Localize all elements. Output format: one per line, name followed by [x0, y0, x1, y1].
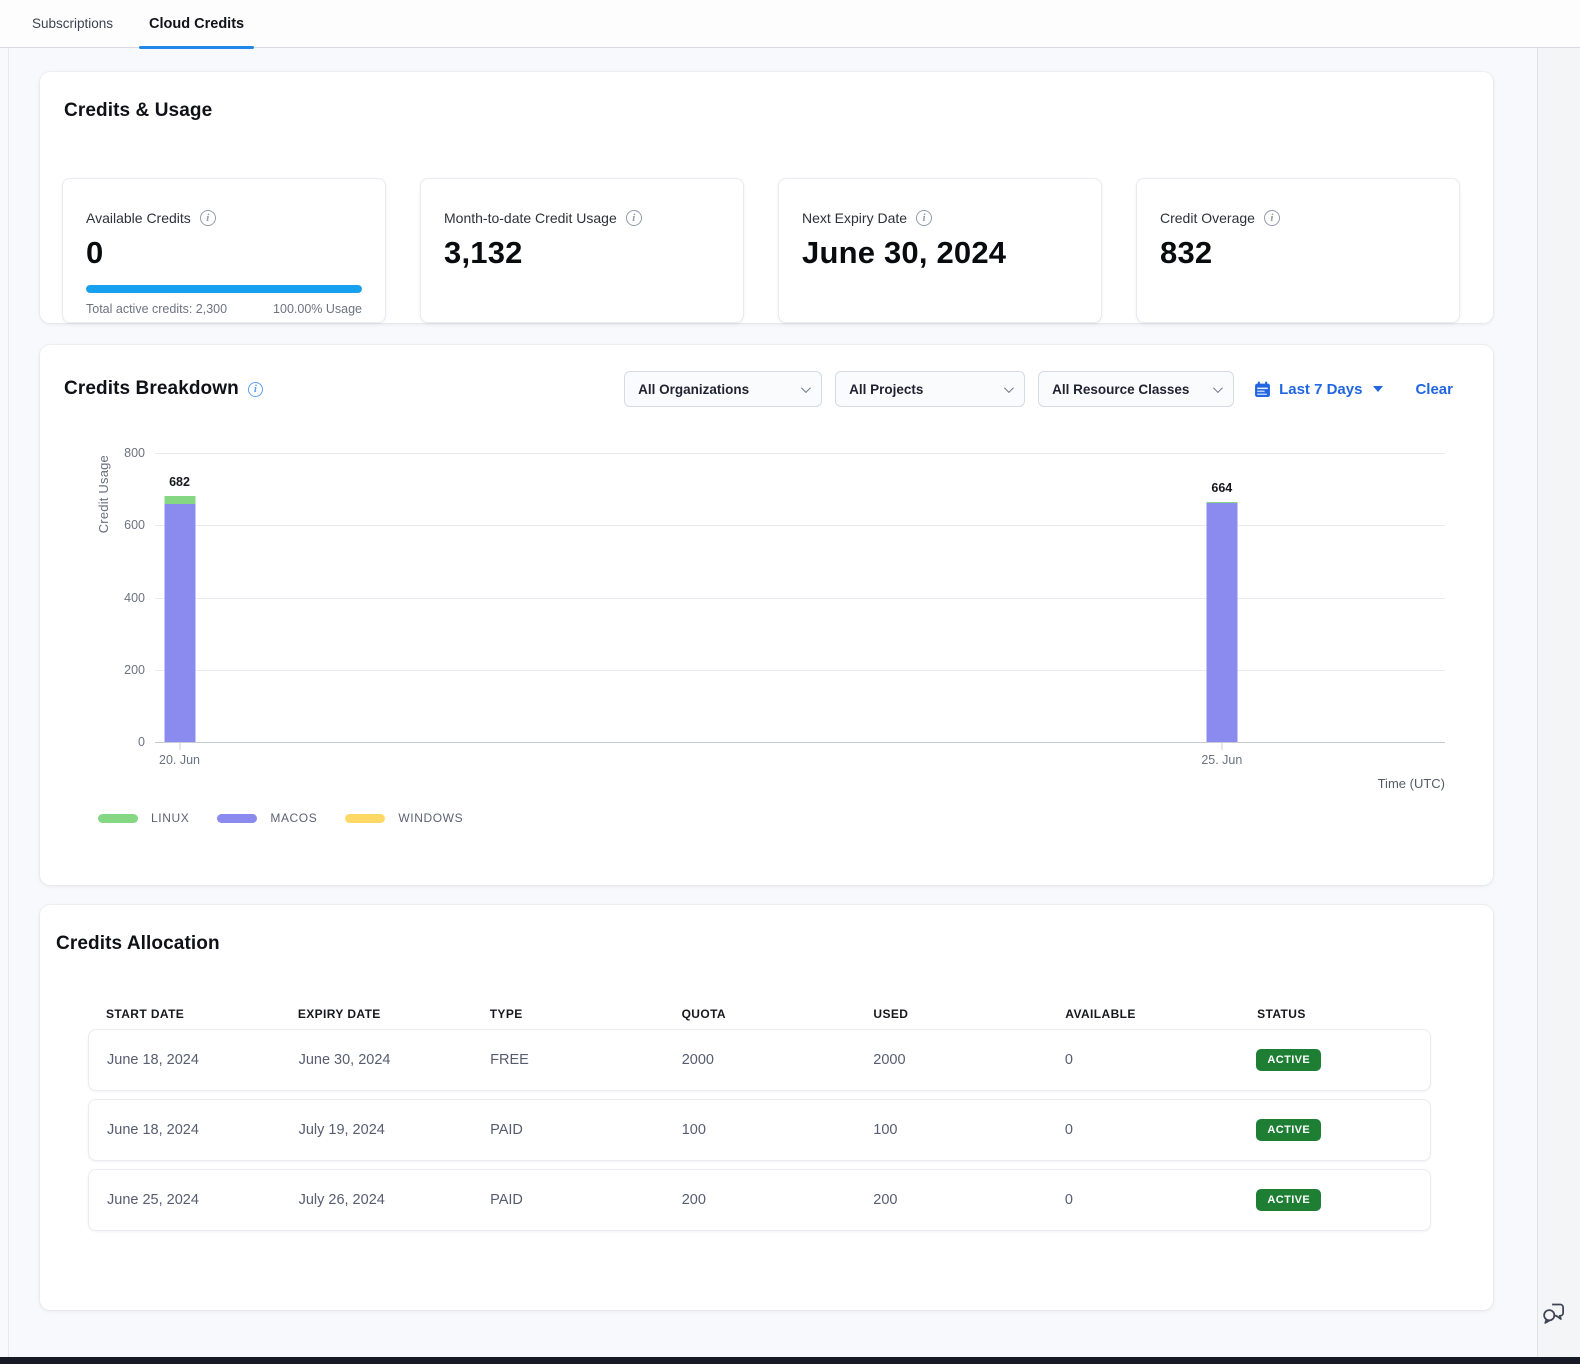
bar-value-label: 664	[1191, 481, 1253, 495]
info-icon[interactable]: i	[916, 210, 932, 226]
chart-filters: All Organizations All Projects All Resou…	[624, 371, 1469, 407]
clear-filters-button[interactable]: Clear	[1415, 381, 1453, 398]
table-row[interactable]: June 18, 2024 June 30, 2024 FREE 2000 20…	[88, 1029, 1431, 1091]
bar-segment-macos	[164, 504, 195, 742]
info-icon[interactable]: i	[1264, 210, 1280, 226]
credits-usage-title: Credits & Usage	[64, 100, 1471, 122]
credits-usage-section: Credits & Usage Available Credits i 0 To…	[40, 72, 1493, 323]
credits-allocation-title: Credits Allocation	[56, 933, 1431, 955]
credits-progress-fill	[86, 285, 362, 293]
table-row[interactable]: June 25, 2024 July 26, 2024 PAID 200 200…	[88, 1169, 1431, 1231]
calendar-icon	[1254, 381, 1271, 398]
next-expiry-value: June 30, 2024	[802, 235, 1078, 271]
date-range-picker[interactable]: Last 7 Days	[1254, 381, 1383, 398]
chevron-down-icon	[1213, 383, 1223, 393]
chevron-down-icon	[801, 383, 811, 393]
y-tick-0: 0	[103, 735, 145, 749]
table-header-row: START DATE EXPIRY DATE TYPE QUOTA USED A…	[88, 1007, 1431, 1021]
y-tick-600: 600	[103, 518, 145, 532]
col-available: AVAILABLE	[1047, 1007, 1239, 1021]
credits-allocation-table: START DATE EXPIRY DATE TYPE QUOTA USED A…	[88, 1007, 1431, 1231]
date-range-label: Last 7 Days	[1279, 381, 1362, 398]
chart-bar[interactable]: 66425. Jun	[1206, 502, 1237, 742]
total-active-credits: Total active credits: 2,300	[86, 302, 227, 316]
active-tab-underline	[139, 46, 254, 49]
windows-color-swatch	[345, 814, 385, 823]
next-expiry-label: Next Expiry Date	[802, 210, 907, 226]
available-credits-value: 0	[86, 235, 362, 271]
credits-breakdown-section: Credits Breakdown i All Organizations Al…	[40, 345, 1493, 885]
status-badge: ACTIVE	[1256, 1119, 1321, 1141]
chat-bubbles-icon	[1539, 1297, 1569, 1327]
credits-allocation-section: Credits Allocation START DATE EXPIRY DAT…	[40, 905, 1493, 1310]
col-status: STATUS	[1239, 1007, 1431, 1021]
col-quota: QUOTA	[664, 1007, 856, 1021]
credit-overage-label: Credit Overage	[1160, 210, 1255, 226]
bar-segment-macos	[1206, 503, 1237, 742]
status-badge: ACTIVE	[1256, 1049, 1321, 1071]
bar-segment-linux	[164, 496, 195, 504]
next-expiry-card: Next Expiry Date i June 30, 2024	[778, 178, 1102, 323]
col-type: TYPE	[472, 1007, 664, 1021]
chevron-down-icon	[1004, 383, 1014, 393]
credits-breakdown-title: Credits Breakdown	[64, 378, 239, 400]
mtd-usage-card: Month-to-date Credit Usage i 3,132	[420, 178, 744, 323]
support-chat-button[interactable]	[1539, 1297, 1569, 1327]
chart-legend: LINUX MACOS WINDOWS	[98, 811, 1445, 825]
tab-bar: Subscriptions Cloud Credits	[0, 0, 1580, 48]
right-gutter	[1537, 0, 1580, 1364]
col-start-date: START DATE	[88, 1007, 280, 1021]
stat-card-row: Available Credits i 0 Total active credi…	[62, 178, 1471, 323]
available-credits-card: Available Credits i 0 Total active credi…	[62, 178, 386, 323]
mtd-usage-label: Month-to-date Credit Usage	[444, 210, 617, 226]
status-badge: ACTIVE	[1256, 1189, 1321, 1211]
organizations-filter-dropdown[interactable]: All Organizations	[624, 371, 822, 407]
tab-cloud-credits[interactable]: Cloud Credits	[139, 0, 254, 48]
tab-cloud-credits-label: Cloud Credits	[149, 16, 244, 32]
credits-progress-bar	[86, 285, 362, 293]
x-tick-label: 20. Jun	[159, 753, 200, 767]
col-expiry-date: EXPIRY DATE	[280, 1007, 472, 1021]
resource-classes-filter-dropdown[interactable]: All Resource Classes	[1038, 371, 1234, 407]
legend-item-windows[interactable]: WINDOWS	[345, 811, 463, 825]
credit-overage-value: 832	[1160, 235, 1436, 271]
legend-item-linux[interactable]: LINUX	[98, 811, 189, 825]
chart-x-axis-label: Time (UTC)	[40, 776, 1445, 791]
credit-overage-card: Credit Overage i 832	[1136, 178, 1460, 323]
y-tick-800: 800	[103, 446, 145, 460]
macos-color-swatch	[217, 814, 257, 823]
chart-plot-area: 800 600 400 200 0 68220. Jun66425. Jun	[155, 453, 1445, 742]
col-used: USED	[855, 1007, 1047, 1021]
info-icon[interactable]: i	[248, 382, 263, 397]
y-tick-200: 200	[103, 663, 145, 677]
x-tick-label: 25. Jun	[1201, 753, 1242, 767]
bar-value-label: 682	[149, 475, 211, 489]
available-credits-label: Available Credits	[86, 210, 191, 226]
table-row[interactable]: June 18, 2024 July 19, 2024 PAID 100 100…	[88, 1099, 1431, 1161]
usage-percent: 100.00% Usage	[273, 302, 362, 316]
credit-usage-chart: Credit Usage 800 600 400 200 0 68220. Ju…	[40, 453, 1445, 825]
chart-bar[interactable]: 68220. Jun	[164, 496, 195, 742]
caret-down-icon	[1373, 386, 1383, 392]
y-tick-400: 400	[103, 591, 145, 605]
linux-color-swatch	[98, 814, 138, 823]
main-content: Credits & Usage Available Credits i 0 To…	[9, 48, 1537, 1357]
projects-filter-dropdown[interactable]: All Projects	[835, 371, 1025, 407]
info-icon[interactable]: i	[200, 210, 216, 226]
info-icon[interactable]: i	[626, 210, 642, 226]
legend-item-macos[interactable]: MACOS	[217, 811, 317, 825]
mtd-usage-value: 3,132	[444, 235, 720, 271]
tab-subscriptions[interactable]: Subscriptions	[22, 0, 123, 48]
bottom-window-edge	[0, 1357, 1580, 1364]
